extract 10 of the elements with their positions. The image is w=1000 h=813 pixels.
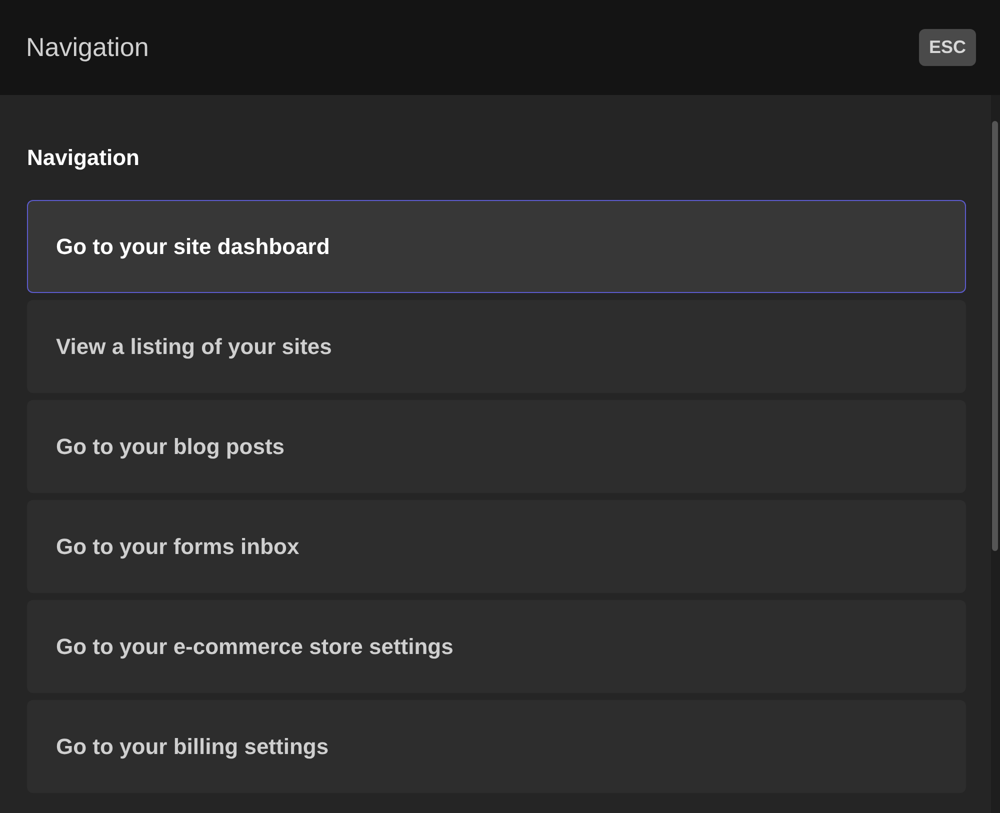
search-field[interactable]: Navigation ESC [0, 0, 1000, 95]
command-item[interactable]: Go to your billing settings [27, 700, 966, 793]
command-item[interactable]: Go to your blog posts [27, 400, 966, 493]
command-item[interactable]: Go to your forms inbox [27, 500, 966, 593]
command-item[interactable]: View a listing of your sites [27, 300, 966, 393]
command-item[interactable]: Go to your site dashboard [27, 200, 966, 293]
section-heading: Navigation [27, 144, 140, 172]
scrollbar-thumb[interactable] [992, 121, 998, 551]
command-item[interactable]: Go to your e-commerce store settings [27, 600, 966, 693]
esc-key[interactable]: ESC [918, 29, 976, 66]
